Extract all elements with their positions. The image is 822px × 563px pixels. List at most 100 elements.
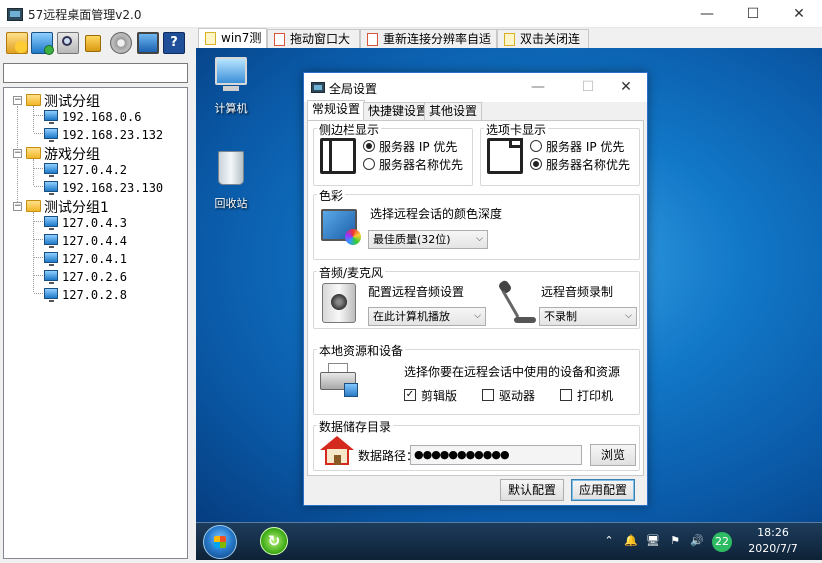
audio-record-select[interactable]: 不录制 ⌵ [539, 307, 637, 326]
fullscreen-icon[interactable] [137, 32, 159, 54]
folder-icon [26, 147, 41, 159]
document-icon [367, 33, 378, 46]
lock-icon[interactable] [85, 35, 101, 52]
network-icon[interactable]: 🖥 [646, 534, 660, 548]
flag-icon[interactable]: ⚑ [668, 534, 682, 548]
tree-host[interactable]: 192.168.23.132 [4, 126, 187, 143]
tab-resize[interactable]: 拖动窗口大小 [267, 29, 360, 64]
group-title: 音频/麦克风 [317, 264, 386, 281]
session-tabbar: win7测试 拖动窗口大小 重新连接分辨率自适应 双击关闭连接 [196, 28, 822, 64]
tab-hotkeys[interactable]: 快捷键设置 [363, 102, 434, 120]
chevron-down-icon: ⌵ [474, 311, 481, 321]
document-icon [504, 33, 515, 46]
host-label: 192.168.23.132 [62, 128, 164, 142]
monitor-icon [44, 216, 58, 230]
tab-layout-icon [487, 138, 523, 174]
select-value: 不录制 [544, 310, 577, 323]
browse-button[interactable]: 浏览 [590, 444, 636, 466]
clock-time[interactable]: 18:26 [744, 526, 802, 539]
help-icon[interactable]: ? [163, 32, 185, 54]
printer-device-icon [320, 363, 358, 397]
clock-date[interactable]: 2020/7/7 [744, 542, 802, 555]
computer-icon[interactable] [215, 57, 247, 85]
tree-host[interactable]: 127.0.4.1 [4, 250, 187, 267]
sidebar-name-radio[interactable] [363, 158, 375, 170]
default-config-button[interactable]: 默认配置 [500, 479, 564, 501]
settings-icon[interactable] [110, 32, 132, 54]
group-title: 数据储存目录 [317, 418, 394, 435]
color-depth-select[interactable]: 最佳质量(32位) ⌵ [368, 230, 488, 249]
monitor-icon [44, 252, 58, 266]
host-label: 192.168.23.130 [62, 181, 164, 195]
apply-config-button[interactable]: 应用配置 [571, 479, 635, 501]
clipboard-checkbox[interactable]: ✓ [404, 389, 416, 401]
dialog-close-button[interactable]: ✕ [604, 73, 648, 102]
tree-host[interactable]: 127.0.4.4 [4, 232, 187, 249]
tree-host[interactable]: 127.0.2.6 [4, 268, 187, 285]
printer-checkbox[interactable] [560, 389, 572, 401]
host-tree[interactable]: − 测试分组 192.168.0.6 192.168.23.132 − 游戏分组… [3, 87, 188, 559]
tab-other[interactable]: 其他设置 [424, 102, 483, 120]
tab-general[interactable]: 常规设置 [307, 100, 366, 121]
speaker-icon[interactable]: 🔊 [690, 534, 704, 548]
minimize-button[interactable]: — [684, 0, 730, 28]
host-label: 192.168.0.6 [62, 110, 142, 124]
window-titlebar: 57远程桌面管理v2.0 — ☐ ✕ [0, 0, 822, 28]
audio-playback-select[interactable]: 在此计算机播放 ⌵ [368, 307, 486, 326]
microphone-icon [497, 279, 536, 325]
speaker-device-icon [322, 283, 356, 323]
tree-group[interactable]: − 测试分组 [4, 91, 187, 110]
group-title: 选项卡显示 [484, 121, 549, 138]
collapse-icon[interactable]: − [13, 202, 22, 211]
add-group-icon[interactable] [6, 32, 28, 54]
document-icon [205, 32, 216, 45]
tab-win7[interactable]: win7测试 [198, 28, 267, 63]
taskbar-app-icon[interactable]: ↻ [260, 527, 288, 555]
collapse-icon[interactable]: − [13, 96, 22, 105]
tree-host[interactable]: 127.0.2.8 [4, 286, 187, 303]
radio-label: 服务器 IP 优先 [379, 140, 458, 154]
close-button[interactable]: ✕ [776, 0, 822, 28]
notification-icon[interactable]: 🔔 [624, 534, 638, 548]
tree-host[interactable]: 127.0.4.3 [4, 214, 187, 231]
collapse-icon[interactable]: − [13, 149, 22, 158]
tab-ip-radio[interactable] [530, 140, 542, 152]
tab-name-radio[interactable] [530, 158, 542, 170]
maximize-button[interactable]: ☐ [730, 0, 776, 28]
data-path-field[interactable]: ●●●●●●●●●●● [410, 445, 582, 465]
tab-dblclick-close[interactable]: 双击关闭连接 [497, 29, 589, 64]
monitor-icon [44, 270, 58, 284]
tab-reconnect[interactable]: 重新连接分辨率自适应 [360, 29, 497, 64]
toolbar: ? [0, 28, 196, 58]
tree-group[interactable]: − 测试分组1 [4, 197, 187, 216]
tree-host[interactable]: 192.168.0.6 [4, 108, 187, 125]
drives-checkbox[interactable] [482, 389, 494, 401]
host-label: 127.0.4.1 [62, 252, 128, 266]
dialog-minimize-button[interactable]: — [516, 73, 560, 102]
monitor-icon [44, 163, 58, 177]
app-icon [7, 8, 23, 21]
tree-host[interactable]: 127.0.4.2 [4, 161, 187, 178]
monitor-stand [223, 86, 239, 91]
start-button[interactable] [203, 525, 237, 559]
tree-group[interactable]: − 游戏分组 [4, 144, 187, 163]
window-title: 57远程桌面管理v2.0 [28, 8, 142, 22]
search-input[interactable] [3, 63, 188, 83]
chevron-down-icon: ⌵ [476, 234, 483, 244]
host-label: 127.0.4.2 [62, 163, 128, 177]
local-resources-label: 选择你要在远程会话中使用的设备和资源 [404, 365, 621, 379]
tray-badge[interactable]: 22 [712, 532, 732, 552]
host-label: 127.0.2.6 [62, 270, 128, 284]
color-depth-label: 选择远程会话的颜色深度 [370, 207, 503, 221]
add-host-icon[interactable] [31, 32, 54, 55]
radio-label: 服务器 IP 优先 [546, 140, 625, 154]
host-label: 127.0.4.3 [62, 216, 128, 230]
sidebar-ip-radio[interactable] [363, 140, 375, 152]
search-host-icon[interactable] [57, 32, 79, 54]
color-depth-icon [321, 209, 361, 245]
recycle-bin-icon[interactable] [218, 151, 244, 185]
chevron-up-icon[interactable]: ⌃ [602, 534, 616, 548]
desktop-icon-label: 回收站 [214, 197, 248, 210]
group-title: 本地资源和设备 [317, 342, 406, 359]
tree-host[interactable]: 192.168.23.130 [4, 179, 187, 196]
